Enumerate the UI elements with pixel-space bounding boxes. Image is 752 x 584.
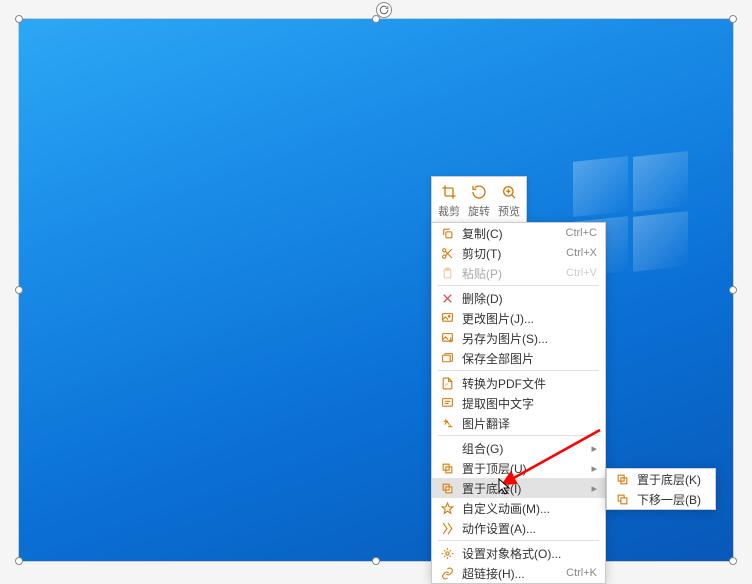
menu-change-image[interactable]: 更改图片(J)... (432, 308, 605, 328)
paste-icon (438, 264, 456, 282)
menu-paste: 粘贴(P) Ctrl+V (432, 263, 605, 283)
delete-icon (438, 289, 456, 307)
pdf-icon: P (438, 374, 456, 392)
menu-save-all-images[interactable]: 保存全部图片 (432, 348, 605, 368)
rotate-label: 旋转 (468, 203, 490, 219)
zoom-in-icon (499, 182, 519, 202)
animation-icon (438, 499, 456, 517)
rotate-icon (469, 182, 489, 202)
resize-handle[interactable] (372, 557, 380, 565)
chevron-right-icon: ▸ (591, 482, 597, 495)
resize-handle[interactable] (729, 15, 737, 23)
menu-image-translate[interactable]: 图片翻译 (432, 413, 605, 433)
menu-convert-pdf[interactable]: P 转换为PDF文件 (432, 373, 605, 393)
resize-handle[interactable] (15, 557, 23, 565)
resize-handle[interactable] (15, 15, 23, 23)
menu-separator (438, 540, 599, 541)
svg-text:P: P (445, 383, 448, 387)
change-image-icon (438, 309, 456, 327)
link-icon (438, 564, 456, 582)
format-icon (438, 544, 456, 562)
bring-front-icon (438, 459, 456, 477)
copy-icon (438, 224, 456, 242)
save-as-image-icon (438, 329, 456, 347)
menu-cut[interactable]: 剪切(T) Ctrl+X (432, 243, 605, 263)
submenu-move-down-one[interactable]: 下移一层(B) (607, 489, 715, 509)
resize-handle[interactable] (729, 557, 737, 565)
save-all-icon (438, 349, 456, 367)
menu-action-settings[interactable]: 动作设置(A)... (432, 518, 605, 538)
extract-text-icon (438, 394, 456, 412)
image-toolbar: 裁剪 旋转 预览 (431, 176, 527, 225)
menu-hyperlink[interactable]: 超链接(H)... Ctrl+K (432, 563, 605, 583)
move-down-icon (613, 490, 631, 508)
preview-button[interactable]: 预览 (494, 180, 524, 221)
menu-extract-text[interactable]: 提取图中文字 (432, 393, 605, 413)
group-icon (438, 439, 456, 457)
chevron-right-icon: ▸ (591, 442, 597, 455)
send-back-submenu: 置于底层(K) 下移一层(B) (606, 468, 716, 510)
crop-label: 裁剪 (438, 203, 460, 219)
rotate-handle[interactable] (376, 2, 392, 18)
crop-button[interactable]: 裁剪 (434, 180, 464, 221)
action-settings-icon (438, 519, 456, 537)
submenu-send-to-back[interactable]: 置于底层(K) (607, 469, 715, 489)
cut-icon (438, 244, 456, 262)
resize-handle[interactable] (729, 286, 737, 294)
menu-bring-front[interactable]: 置于顶层(U) ▸ (432, 458, 605, 478)
menu-copy[interactable]: 复制(C) Ctrl+C (432, 223, 605, 243)
send-back-icon (438, 479, 456, 497)
menu-custom-anim[interactable]: 自定义动画(M)... (432, 498, 605, 518)
menu-send-back[interactable]: 置于底层(I) ▸ (432, 478, 605, 498)
menu-separator (438, 285, 599, 286)
context-menu: 复制(C) Ctrl+C 剪切(T) Ctrl+X 粘贴(P) Ctrl+V 删… (431, 222, 606, 584)
preview-label: 预览 (498, 203, 520, 219)
chevron-right-icon: ▸ (591, 462, 597, 475)
rotate-button[interactable]: 旋转 (464, 180, 494, 221)
resize-handle[interactable] (15, 286, 23, 294)
menu-separator (438, 370, 599, 371)
menu-separator (438, 435, 599, 436)
crop-icon (439, 182, 459, 202)
menu-delete[interactable]: 删除(D) (432, 288, 605, 308)
translate-icon (438, 414, 456, 432)
menu-save-as-image[interactable]: 另存为图片(S)... (432, 328, 605, 348)
menu-object-format[interactable]: 设置对象格式(O)... (432, 543, 605, 563)
menu-group[interactable]: 组合(G) ▸ (432, 438, 605, 458)
send-to-back-icon (613, 470, 631, 488)
